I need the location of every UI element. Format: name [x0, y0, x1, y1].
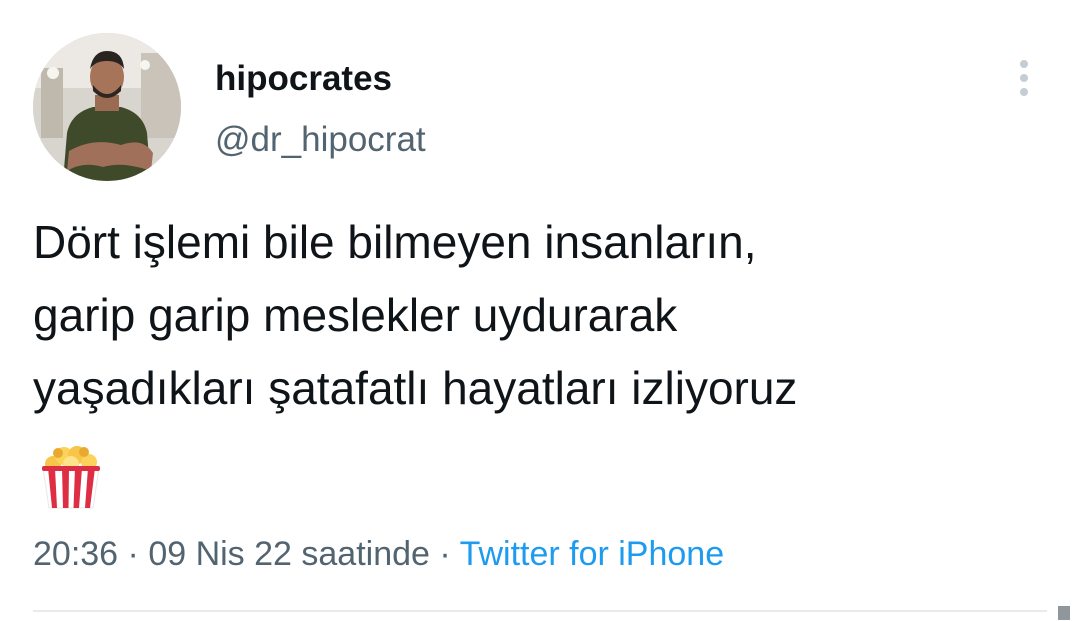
divider — [33, 610, 1047, 612]
author-display-name[interactable]: hipocrates — [215, 57, 392, 101]
meta-separator: · — [429, 535, 460, 573]
tweet-source-link[interactable]: Twitter for iPhone — [460, 535, 725, 573]
tweet-text-line: yaşadıkları şatafatlı hayatları izliyoru… — [33, 362, 798, 414]
avatar[interactable] — [33, 33, 181, 181]
tweet-text: Dört işlemi bile bilmeyen insanların, ga… — [33, 206, 1043, 425]
author-handle[interactable]: @dr_hipocrat — [215, 118, 426, 162]
tweet-text-line: garip garip meslekler uydurarak — [33, 289, 678, 341]
tweet-time[interactable]: 20:36 — [33, 535, 118, 573]
corner-mark — [1058, 606, 1070, 620]
tweet-date[interactable]: 09 Nis 22 saatinde — [148, 535, 430, 573]
tweet-meta: 20:36 · 09 Nis 22 saatinde · Twitter for… — [33, 532, 724, 576]
profile-photo — [33, 33, 181, 181]
tweet: hipocrates @dr_hipocrat Dört işlemi bile… — [0, 0, 1080, 621]
popcorn-icon — [40, 444, 102, 510]
more-vertical-icon[interactable] — [1004, 56, 1044, 100]
meta-separator: · — [118, 535, 149, 573]
tweet-text-line: Dört işlemi bile bilmeyen insanların, — [33, 216, 757, 268]
